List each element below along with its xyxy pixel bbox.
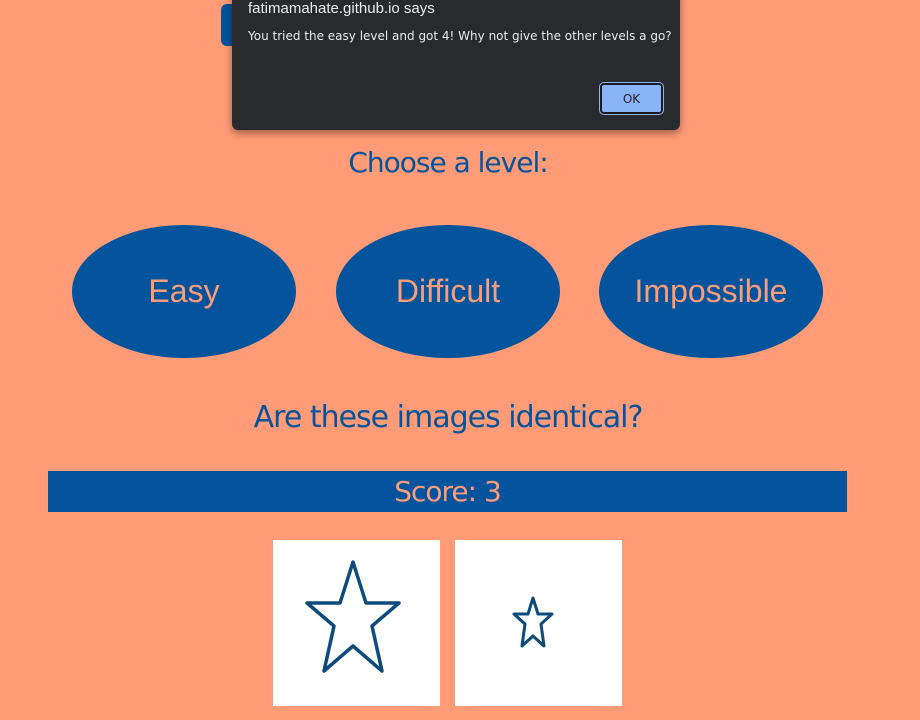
- easy-level-button[interactable]: Easy: [72, 225, 296, 358]
- choose-level-heading: Choose a level:: [348, 146, 548, 179]
- star-icon: [512, 596, 554, 648]
- right-image[interactable]: [455, 540, 622, 706]
- alert-title: fatimamahate.github.io says: [248, 0, 435, 17]
- ok-button[interactable]: OK: [599, 82, 664, 115]
- star-icon: [305, 560, 401, 673]
- difficult-level-button[interactable]: Difficult: [336, 225, 560, 358]
- alert-message: You tried the easy level and got 4! Why …: [248, 29, 672, 43]
- question-heading: Are these images identical?: [253, 400, 644, 435]
- impossible-level-button[interactable]: Impossible: [599, 225, 823, 358]
- alert-dialog: fatimamahate.github.io says You tried th…: [232, 0, 680, 130]
- left-image[interactable]: [273, 540, 440, 706]
- score-display: Score: 3: [48, 471, 847, 512]
